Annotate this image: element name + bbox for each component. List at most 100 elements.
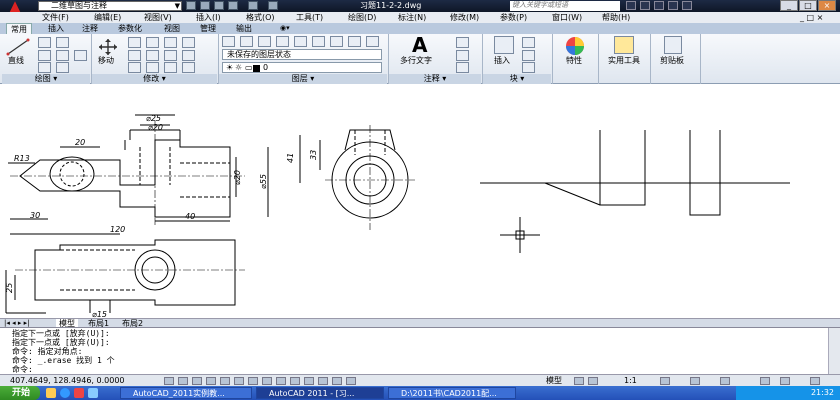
app-icon[interactable]	[74, 388, 84, 398]
drawing-canvas[interactable]: ⌀25 ⌀20 20 R13 30 40 120 ⌀20 ⌀55 41 33 2…	[0, 85, 840, 319]
panel-title-block[interactable]: 块 ▾	[483, 74, 551, 84]
transparency-icon[interactable]	[318, 377, 328, 385]
linear-dimension-icon[interactable]	[456, 37, 469, 48]
menu-item[interactable]: 插入(I)	[196, 12, 221, 23]
rectangle-icon[interactable]	[56, 37, 69, 48]
hardware-acceleration-icon[interactable]	[760, 377, 770, 385]
snap-icon[interactable]	[178, 377, 188, 385]
layer-merge-icon[interactable]	[366, 36, 379, 47]
layer-previous-icon[interactable]	[330, 36, 343, 47]
menu-item[interactable]: 修改(M)	[450, 12, 479, 23]
search-input[interactable]: 键入关键字或短语	[510, 1, 620, 11]
communication-icon[interactable]	[654, 1, 664, 10]
polyline-icon[interactable]	[38, 37, 51, 48]
menu-item[interactable]: 绘图(D)	[348, 12, 376, 23]
tab-parametric[interactable]: 参数化	[114, 23, 146, 34]
3dosnap-icon[interactable]	[248, 377, 258, 385]
isolate-objects-icon[interactable]	[780, 377, 790, 385]
move-icon[interactable]	[98, 38, 118, 56]
create-block-icon[interactable]	[522, 37, 535, 48]
osnap-icon[interactable]	[234, 377, 244, 385]
annotation-visibility-icon[interactable]	[660, 377, 670, 385]
trim-icon[interactable]	[146, 37, 159, 48]
search-icon[interactable]	[626, 1, 636, 10]
fillet-icon[interactable]	[146, 50, 159, 61]
lineweight-icon[interactable]	[304, 377, 314, 385]
command-scrollbar[interactable]	[828, 328, 840, 375]
edit-block-icon[interactable]	[522, 50, 535, 61]
doc-minimize-icon[interactable]: _ □ ×	[800, 12, 823, 23]
chamfer-icon[interactable]	[182, 62, 195, 73]
command-window[interactable]: 指定下一点或 [放弃(U)]: 指定下一点或 [放弃(U)]: 命令: 指定对角…	[0, 327, 840, 375]
hatch-icon[interactable]	[56, 50, 69, 61]
ducs-icon[interactable]	[276, 377, 286, 385]
mirror-icon[interactable]	[128, 50, 141, 61]
layer-properties-icon[interactable]	[222, 36, 235, 47]
scale-icon[interactable]	[146, 62, 159, 73]
copy-icon[interactable]	[182, 37, 195, 48]
line-tool-icon[interactable]	[6, 38, 30, 56]
quicklaunch-icon[interactable]	[46, 388, 56, 398]
clock[interactable]: 21:32	[811, 388, 834, 397]
panel-title-modify[interactable]: 修改 ▾	[92, 74, 217, 84]
attribute-icon[interactable]	[522, 62, 535, 73]
maximize-button[interactable]: □	[799, 0, 817, 11]
rotate-icon[interactable]	[128, 37, 141, 48]
circle-icon[interactable]	[38, 50, 51, 61]
clean-screen-icon[interactable]	[810, 377, 820, 385]
menu-item[interactable]: 工具(T)	[296, 12, 323, 23]
layer-walk-icon[interactable]	[348, 36, 361, 47]
arc-icon[interactable]	[38, 62, 51, 73]
menu-item[interactable]: 参数(P)	[500, 12, 527, 23]
save-icon[interactable]	[214, 1, 224, 10]
text-a-icon[interactable]: A	[412, 34, 427, 56]
polar-icon[interactable]	[220, 377, 230, 385]
layer-lock-icon[interactable]	[294, 36, 307, 47]
browser-icon[interactable]	[60, 388, 70, 398]
selection-cycling-icon[interactable]	[346, 377, 356, 385]
leader-icon[interactable]	[456, 50, 469, 61]
favorites-icon[interactable]	[668, 1, 678, 10]
table-icon[interactable]	[456, 62, 469, 73]
task-item-active[interactable]: AutoCAD 2011 - [习...	[256, 387, 384, 399]
menu-item[interactable]: 窗口(W)	[552, 12, 582, 23]
quick-view-layouts-icon[interactable]	[574, 377, 584, 385]
offset-icon[interactable]	[182, 50, 195, 61]
menu-item[interactable]: 标注(N)	[398, 12, 426, 23]
menu-item[interactable]: 帮助(H)	[602, 12, 630, 23]
ellipse-icon[interactable]	[56, 62, 69, 73]
start-button[interactable]: 开始	[0, 386, 40, 400]
panel-title-layer[interactable]: 图层 ▾	[219, 74, 387, 84]
dyn-icon[interactable]	[290, 377, 300, 385]
layer-match-icon[interactable]	[312, 36, 325, 47]
chevron-down-icon[interactable]: ▼	[175, 2, 180, 10]
ortho-icon[interactable]	[206, 377, 216, 385]
workspace-switch-icon[interactable]	[690, 377, 700, 385]
tab-output[interactable]: 输出	[232, 23, 256, 34]
explode-icon[interactable]	[164, 50, 177, 61]
tab-view[interactable]: 视图	[160, 23, 184, 34]
minimize-button[interactable]: _	[780, 0, 798, 11]
layer-isolate-icon[interactable]	[258, 36, 271, 47]
tab-manage[interactable]: 管理	[196, 23, 220, 34]
stretch-icon[interactable]	[128, 62, 141, 73]
subscription-icon[interactable]	[640, 1, 650, 10]
quick-view-drawings-icon[interactable]	[588, 377, 598, 385]
menu-item[interactable]: 视图(V)	[144, 12, 172, 23]
layer-state-combo[interactable]: 未保存的图层状态	[222, 49, 382, 60]
lock-ui-icon[interactable]	[720, 377, 730, 385]
otrack-icon[interactable]	[262, 377, 272, 385]
ribbon-toggle-icon[interactable]: ◉▾	[276, 23, 294, 34]
tab-insert[interactable]: 插入	[44, 23, 68, 34]
layer-off-icon[interactable]	[240, 36, 253, 47]
task-item[interactable]: AutoCAD_2011实例教...	[120, 387, 252, 399]
close-button[interactable]: ×	[818, 0, 836, 11]
insert-block-icon[interactable]	[494, 36, 514, 54]
print-icon[interactable]	[228, 1, 238, 10]
redo-icon[interactable]	[268, 1, 278, 10]
region-icon[interactable]	[74, 50, 87, 61]
clipboard-icon[interactable]	[664, 36, 682, 54]
quick-properties-icon[interactable]	[332, 377, 342, 385]
task-item[interactable]: D:\2011书\CAD2011配...	[388, 387, 516, 399]
grid-icon[interactable]	[192, 377, 202, 385]
